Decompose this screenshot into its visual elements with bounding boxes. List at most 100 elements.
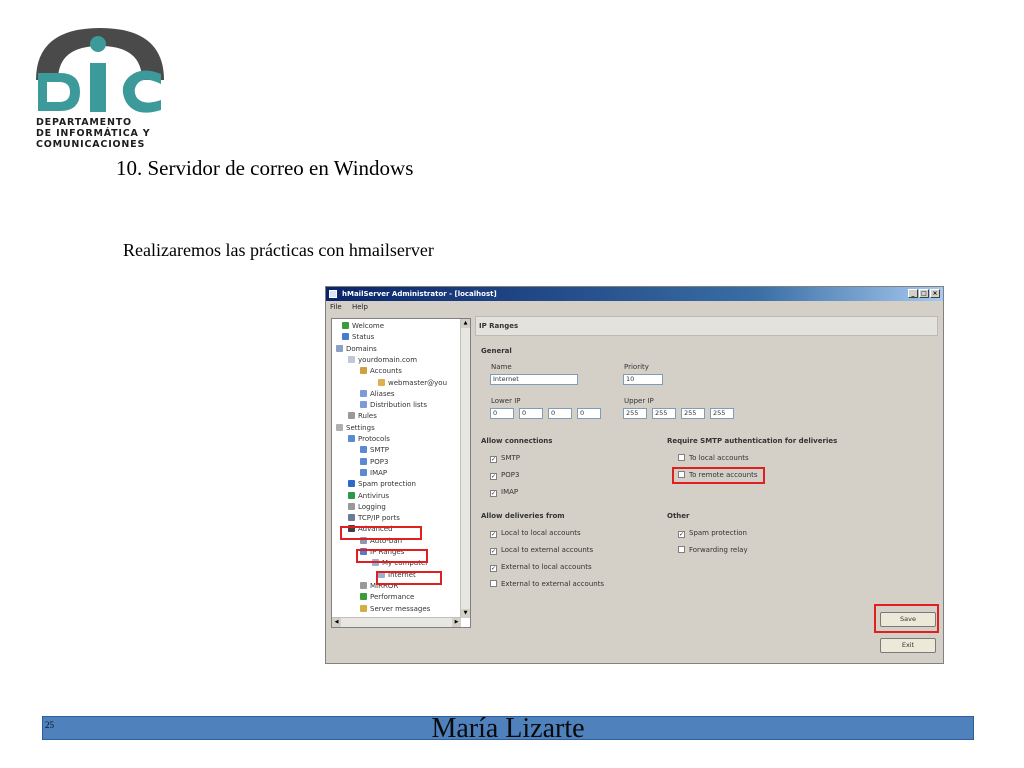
- upper-ip-octet-1[interactable]: 255: [623, 408, 647, 419]
- upper-ip-octet-4[interactable]: 255: [710, 408, 734, 419]
- highlight-remote-accounts: [672, 467, 765, 484]
- maximize-icon[interactable]: □: [919, 289, 929, 298]
- domains-icon: [336, 344, 343, 352]
- tree-item-label: Distribution lists: [370, 401, 427, 410]
- checkbox-label: IMAP: [501, 488, 519, 496]
- tree-item-logging[interactable]: Logging: [348, 502, 386, 512]
- domain-icon: [348, 355, 355, 363]
- tree-item-aliases[interactable]: Aliases: [360, 389, 395, 399]
- welcome-icon: [342, 322, 349, 329]
- antivirus-icon: [348, 491, 355, 499]
- window-titlebar: hMailServer Administrator - [localhost] …: [326, 287, 943, 301]
- checkbox-smtp[interactable]: ✓ SMTP: [490, 454, 520, 463]
- lower-ip-octet-2[interactable]: 0: [519, 408, 543, 419]
- tree-item-performance[interactable]: Performance: [360, 592, 414, 602]
- checkbox-box[interactable]: [678, 546, 685, 553]
- accounts-icon: [360, 367, 367, 375]
- menu-file[interactable]: File: [330, 303, 342, 311]
- author-name: María Lizarte: [431, 713, 585, 744]
- checkbox-label: Local to external accounts: [501, 546, 594, 554]
- tree-item-welcome[interactable]: Welcome: [342, 321, 384, 331]
- exit-button[interactable]: Exit: [880, 638, 936, 653]
- logo-line-2: DE INFORMÁTICA Y: [36, 128, 151, 139]
- close-icon[interactable]: ×: [930, 289, 940, 298]
- imap-icon: [360, 468, 367, 476]
- spam-icon: [348, 480, 355, 488]
- other-heading: Other: [667, 512, 690, 520]
- checkbox-to-local-accounts[interactable]: To local accounts: [678, 454, 749, 463]
- tree-highlight-3: [376, 571, 442, 585]
- tree-horizontal-scrollbar[interactable]: ◀ ▶: [332, 617, 461, 627]
- checkbox-local-to-local[interactable]: ✓ Local to local accounts: [490, 529, 581, 538]
- checkbox-external-to-local[interactable]: ✓ External to local accounts: [490, 563, 592, 572]
- lower-ip-octet-4[interactable]: 0: [577, 408, 601, 419]
- menu-help[interactable]: Help: [352, 303, 368, 311]
- smtp-icon: [360, 446, 367, 454]
- lower-ip-octet-1[interactable]: 0: [490, 408, 514, 419]
- tree-item-protocols[interactable]: Protocols: [348, 434, 390, 444]
- tree-item-distribution-lists[interactable]: Distribution lists: [360, 400, 427, 410]
- tree-vertical-scrollbar[interactable]: ▲ ▼: [460, 319, 470, 618]
- upper-ip-octet-3[interactable]: 255: [681, 408, 705, 419]
- tree-item-server-messages[interactable]: Server messages: [360, 604, 430, 614]
- tree-item-domains[interactable]: Domains: [336, 344, 377, 354]
- logging-icon: [348, 502, 355, 510]
- checkbox-local-to-external[interactable]: ✓ Local to external accounts: [490, 546, 593, 555]
- checkbox-forwarding-relay[interactable]: Forwarding relay: [678, 546, 748, 555]
- slide-subtitle: Realizaremos las prácticas con hmailserv…: [123, 240, 434, 260]
- tree-item-status[interactable]: Status: [342, 332, 374, 342]
- tree-item-spam-protection[interactable]: Spam protection: [348, 479, 416, 489]
- status-icon: [342, 333, 349, 341]
- checkbox-label: External to local accounts: [501, 563, 592, 571]
- tree-item-smtp[interactable]: SMTP: [360, 445, 389, 455]
- minimize-icon[interactable]: _: [908, 289, 918, 298]
- require-auth-heading: Require SMTP authentication for deliveri…: [667, 437, 838, 445]
- tree-item-tcp-ip-ports[interactable]: TCP/IP ports: [348, 513, 400, 523]
- navigation-tree[interactable]: ▲ ▼ ◀ ▶ Welcome Status Domains yourdomain.c…: [331, 318, 471, 628]
- logo-line-1: DEPARTAMENTO: [36, 117, 132, 128]
- tree-item-label: Server messages: [370, 604, 431, 613]
- checkbox-box[interactable]: ✓: [490, 548, 497, 555]
- upper-ip-octet-2[interactable]: 255: [652, 408, 676, 419]
- tree-item-imap[interactable]: IMAP: [360, 468, 387, 478]
- menubar: File Help: [326, 302, 943, 312]
- checkbox-box[interactable]: ✓: [490, 473, 497, 480]
- tree-item-pop3[interactable]: POP3: [360, 457, 388, 467]
- checkbox-imap[interactable]: ✓ IMAP: [490, 488, 518, 497]
- tree-item-accounts[interactable]: Accounts: [360, 366, 402, 376]
- scroll-up-icon[interactable]: ▲: [461, 319, 470, 328]
- mirror-icon: [360, 581, 367, 589]
- priority-field[interactable]: 10: [623, 374, 663, 385]
- checkbox-label: Spam protection: [689, 529, 747, 537]
- checkbox-box[interactable]: ✓: [490, 531, 497, 538]
- lower-ip-octet-3[interactable]: 0: [548, 408, 572, 419]
- tree-item-antivirus[interactable]: Antivirus: [348, 491, 389, 501]
- highlight-save: [874, 604, 939, 633]
- lower-ip-label: Lower IP: [491, 397, 521, 405]
- rules-icon: [348, 412, 355, 420]
- checkbox-spam-protection[interactable]: ✓ Spam protection: [678, 529, 747, 538]
- checkbox-box[interactable]: ✓: [678, 531, 685, 538]
- tree-item-webmaster-you[interactable]: webmaster@you: [378, 378, 447, 388]
- tree-item-yourdomain-com[interactable]: yourdomain.com: [348, 355, 417, 365]
- performance-icon: [360, 593, 367, 601]
- checkbox-box[interactable]: ✓: [490, 565, 497, 572]
- window-title: hMailServer Administrator - [localhost]: [342, 290, 497, 298]
- tree-item-label: Aliases: [370, 389, 395, 398]
- name-field[interactable]: Internet: [490, 374, 578, 385]
- tree-item-label: yourdomain.com: [358, 355, 418, 364]
- checkbox-box[interactable]: [490, 580, 497, 587]
- checkbox-box[interactable]: [678, 454, 685, 461]
- checkbox-box[interactable]: ✓: [490, 490, 497, 497]
- checkbox-box[interactable]: ✓: [490, 456, 497, 463]
- settings-icon: [336, 423, 343, 431]
- checkbox-external-to-external[interactable]: External to external accounts: [490, 580, 604, 589]
- scroll-right-icon[interactable]: ▶: [452, 618, 461, 627]
- tree-item-label: Performance: [370, 593, 415, 602]
- tree-item-settings[interactable]: Settings: [336, 423, 375, 433]
- tree-item-rules[interactable]: Rules: [348, 411, 377, 421]
- scroll-left-icon[interactable]: ◀: [332, 618, 341, 627]
- account-icon: [378, 378, 385, 386]
- scroll-down-icon[interactable]: ▼: [461, 609, 470, 618]
- checkbox-pop3[interactable]: ✓ POP3: [490, 471, 519, 480]
